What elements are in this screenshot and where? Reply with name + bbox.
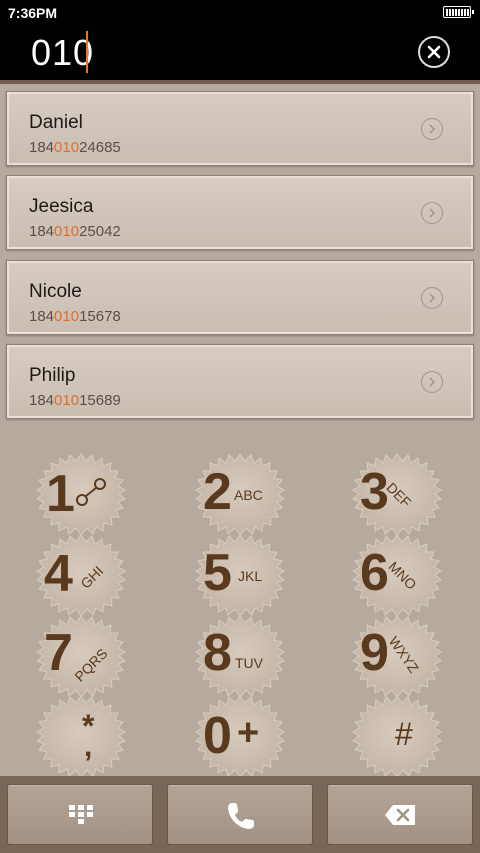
contact-name: Philip [29,365,76,386]
dialpad-toggle-button[interactable] [7,784,153,845]
chevron-right-icon[interactable] [421,202,443,224]
chevron-right-icon[interactable] [421,371,443,393]
chevron-right-icon[interactable] [421,118,443,140]
text-cursor [86,31,88,73]
contact-number: 18401024685 [29,139,121,156]
key-pound[interactable]: # [352,694,442,778]
contact-number: 18401015678 [29,308,121,325]
key-6[interactable]: 6 MNO [352,533,442,617]
contact-number: 18401015689 [29,392,121,409]
contact-item[interactable]: Daniel 18401024685 [6,91,474,166]
key-7[interactable]: 7 PQRS [36,614,126,698]
call-button[interactable] [167,784,313,845]
contact-name: Nicole [29,281,82,302]
key-8[interactable]: 8 TUV [195,614,285,698]
contact-item[interactable]: Nicole 18401015678 [6,260,474,335]
key-9[interactable]: 9 WXYZ [352,614,442,698]
dialed-number[interactable]: 010 [31,32,94,74]
key-3[interactable]: 3 DEF [352,452,442,536]
clear-input-button[interactable] [418,36,450,68]
status-time: 7:36PM [8,5,58,21]
key-4[interactable]: 4 GHI [36,533,126,617]
battery-icon [443,6,474,18]
contact-item[interactable]: Philip 18401015689 [6,344,474,419]
key-1[interactable]: 1 [36,452,126,536]
contact-number: 18401025042 [29,223,121,240]
dialpad-toggle-icon [69,805,93,824]
voicemail-icon [76,478,106,506]
backspace-button[interactable] [327,784,473,845]
key-0[interactable]: 0 + [195,694,285,778]
key-star[interactable]: * , [36,694,126,778]
contact-name: Jeesica [29,196,94,217]
backspace-icon [385,805,415,825]
key-2[interactable]: 2 ABC [195,452,285,536]
bottom-action-bar [0,776,480,853]
chevron-right-icon[interactable] [421,287,443,309]
dial-input-bar: 010 [0,26,480,84]
close-icon [427,45,441,59]
phone-call-icon [228,803,254,829]
status-bar: 7:36PM [0,0,480,26]
contact-item[interactable]: Jeesica 18401025042 [6,175,474,250]
key-5[interactable]: 5 JKL [195,533,285,617]
contact-name: Daniel [29,112,83,133]
